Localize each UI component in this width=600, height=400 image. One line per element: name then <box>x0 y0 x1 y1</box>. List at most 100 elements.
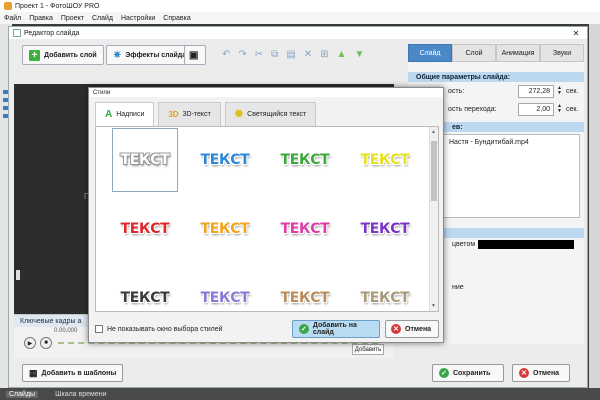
save-button[interactable]: ✓ Сохранить <box>432 364 504 382</box>
general-params-header: Общие параметры слайда: <box>408 72 584 82</box>
paste-icon[interactable]: ▤ <box>286 49 295 60</box>
style-sample[interactable]: ТЕКСТ <box>352 197 418 261</box>
add-keyframe-button[interactable]: Добавить <box>352 344 384 355</box>
editor-title: Редактор слайда <box>24 29 80 37</box>
style-sample[interactable]: ТЕКСТ <box>112 266 178 311</box>
style-sample-text: ТЕКСТ <box>120 221 170 237</box>
style-sample[interactable]: ТЕКСТ <box>112 197 178 261</box>
menu-edit[interactable]: Правка <box>29 15 53 22</box>
layer-item[interactable]: Настя - Бундитибай.mp4 <box>449 139 575 146</box>
style-sample-text: ТЕКСТ <box>360 290 410 306</box>
style-sample[interactable]: ТЕКСТ <box>272 128 338 192</box>
preview-button[interactable]: ▣ <box>184 45 206 65</box>
align-icon[interactable]: ⊞ <box>320 49 328 60</box>
menu-slide[interactable]: Слайд <box>92 15 113 22</box>
close-icon[interactable]: ✕ <box>565 29 587 38</box>
style-sample-text: ТЕКСТ <box>280 152 330 168</box>
transition-input[interactable]: 2,00 <box>518 102 554 116</box>
app-titlebar: Проект 1 - ФотоШОУ PRO <box>0 0 600 12</box>
editor-titlebar: Редактор слайда ✕ <box>9 27 587 39</box>
style-sample[interactable]: ТЕКСТ <box>192 266 258 311</box>
editor-toolbar-icons: ↶ ↷ ✂ ⧉ ▤ ✕ ⊞ ▲ ▼ <box>222 46 364 62</box>
move-down-icon[interactable]: ▼ <box>354 49 364 60</box>
preview-handle[interactable] <box>16 270 20 280</box>
dont-show-checkbox[interactable] <box>95 325 103 333</box>
plus-icon: + <box>29 49 40 61</box>
styles-titlebar: Стили <box>89 88 443 97</box>
menu-help[interactable]: Справка <box>163 15 190 22</box>
properties-tabs: Слайд Слой Анимация Звуки <box>408 44 584 62</box>
letter-a-icon: A <box>105 109 113 120</box>
menu-file[interactable]: Файл <box>4 15 21 22</box>
cut-icon[interactable]: ✂ <box>255 49 263 60</box>
tab-timeline[interactable]: Шкала времени <box>52 391 109 398</box>
add-layer-button[interactable]: + Добавить слой <box>22 45 104 65</box>
styles-scrollbar[interactable]: ▲ ▼ <box>429 127 438 311</box>
duration-input[interactable]: 272,28 <box>518 84 554 98</box>
style-sample-text: ТЕКСТ <box>360 221 410 237</box>
template-icon: ▦ <box>29 367 38 378</box>
menu-project[interactable]: Проект <box>61 15 84 22</box>
styles-cancel-button[interactable]: ✕ Отмена <box>385 320 439 338</box>
tab-sounds[interactable]: Звуки <box>540 44 584 62</box>
3d-icon: 3D <box>168 110 179 119</box>
move-up-icon[interactable]: ▲ <box>337 49 347 60</box>
style-sample-text: ТЕКСТ <box>200 221 250 237</box>
tab-slide[interactable]: Слайд <box>408 44 452 62</box>
cancel-label: Отмена <box>533 369 560 377</box>
duration-stepper[interactable]: ▲ ▼ <box>557 86 563 96</box>
tab-layer[interactable]: Слой <box>452 44 496 62</box>
duration-unit: сек. <box>566 87 579 95</box>
add-layer-label: Добавить слой <box>44 51 97 59</box>
app-logo-icon <box>4 2 12 10</box>
tab-captions[interactable]: A Надписи <box>95 102 155 126</box>
style-sample-text: ТЕКСТ <box>120 290 170 306</box>
scroll-down-icon[interactable]: ▼ <box>431 303 436 309</box>
tab-3d-text[interactable]: 3D 3D-текст <box>158 102 221 126</box>
tab-animation[interactable]: Анимация <box>496 44 540 62</box>
redo-icon[interactable]: ↷ <box>238 49 246 60</box>
styles-tabs: A Надписи 3D 3D-текст ✺ Светящийся текст <box>95 102 317 126</box>
slide-effects-button[interactable]: ✷ Эффекты слайда <box>106 45 194 65</box>
delete-icon[interactable]: ✕ <box>304 49 312 60</box>
cancel-button[interactable]: ✕ Отмена <box>512 364 570 382</box>
scroll-thumb[interactable] <box>431 141 437 201</box>
style-sample-text: ТЕКСТ <box>360 152 410 168</box>
add-to-templates-button[interactable]: ▦ Добавить в шаблоны <box>22 364 124 382</box>
dont-show-checkbox-row[interactable]: Не показывать окно выбора стилей <box>95 325 223 333</box>
copy-icon[interactable]: ⧉ <box>271 49 278 60</box>
add-to-slide-button[interactable]: ✓ Добавить на слайд <box>292 320 380 338</box>
editor-window-icon <box>13 29 21 37</box>
menu-settings[interactable]: Настройки <box>121 15 155 22</box>
undo-icon[interactable]: ↶ <box>222 49 230 60</box>
style-sample[interactable]: ТЕКСТ <box>112 128 178 192</box>
scroll-up-icon[interactable]: ▲ <box>431 129 436 135</box>
save-label: Сохранить <box>453 369 491 377</box>
styles-dialog: Стили A Надписи 3D 3D-текст ✺ Светящийся… <box>88 87 444 343</box>
app-menubar: Файл Правка Проект Слайд Настройки Справ… <box>0 12 600 24</box>
sparkle-icon: ✷ <box>113 49 122 61</box>
fill-label: ние <box>452 284 464 291</box>
stop-icon[interactable]: ■ <box>40 337 52 349</box>
play-icon[interactable]: ▶ <box>24 337 36 349</box>
style-sample[interactable]: ТЕКСТ <box>352 266 418 311</box>
close-icon: ✕ <box>391 324 401 334</box>
style-sample[interactable]: ТЕКСТ <box>352 128 418 192</box>
style-sample[interactable]: ТЕКСТ <box>272 197 338 261</box>
color-swatch[interactable] <box>478 240 574 249</box>
check-icon: ✓ <box>299 324 309 334</box>
style-sample[interactable]: ТЕКСТ <box>192 197 258 261</box>
monitor-icon: ▣ <box>189 49 199 61</box>
style-sample-text: ТЕКСТ <box>280 221 330 237</box>
slide-effects-label: Эффекты слайда <box>125 51 187 59</box>
right-side-strip <box>589 24 600 390</box>
tab-glow-text[interactable]: ✺ Светящийся текст <box>224 102 317 126</box>
close-icon: ✕ <box>519 368 529 378</box>
tab-slides[interactable]: Слайды <box>6 390 39 398</box>
style-sample[interactable]: ТЕКСТ <box>272 266 338 311</box>
style-sample-text: ТЕКСТ <box>120 152 170 168</box>
transition-stepper[interactable]: ▲ ▼ <box>557 104 563 114</box>
style-sample[interactable]: ТЕКСТ <box>192 128 258 192</box>
add-to-slide-label: Добавить на слайд <box>312 322 357 336</box>
color-label: цветом <box>452 241 476 248</box>
